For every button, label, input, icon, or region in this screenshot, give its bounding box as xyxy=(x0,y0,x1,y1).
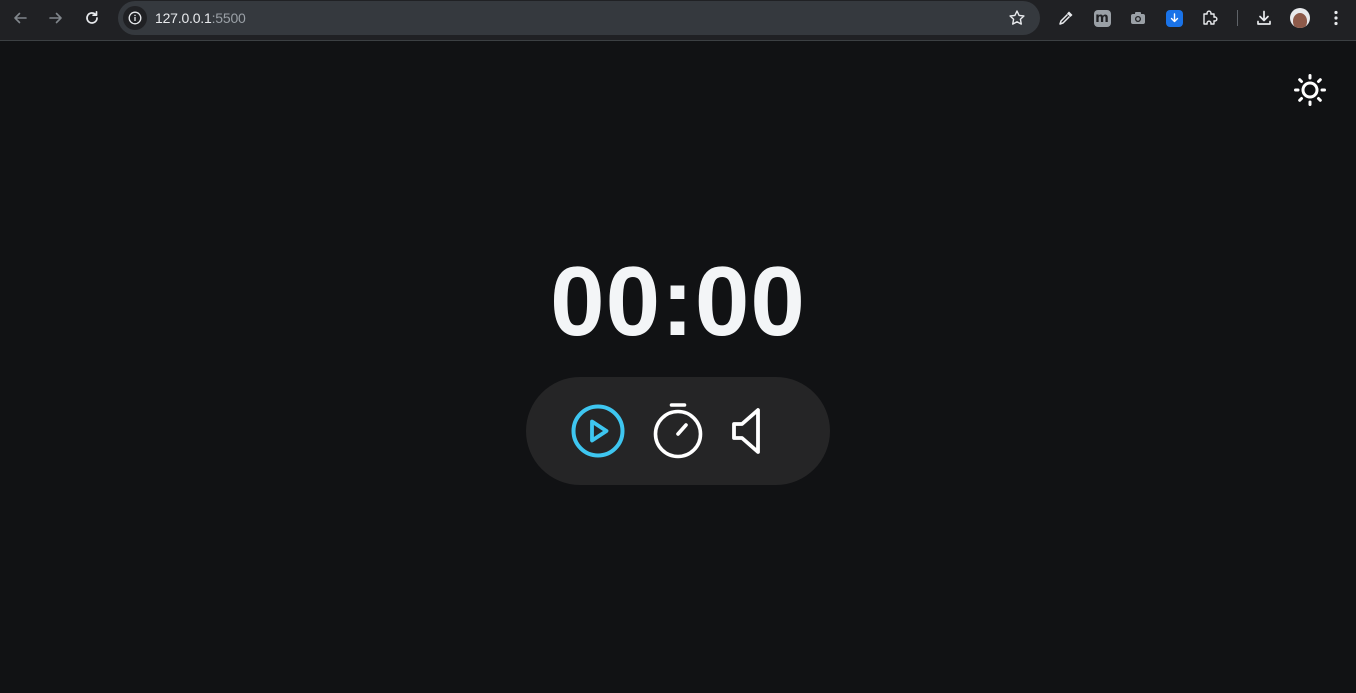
downloads-icon xyxy=(1257,10,1271,25)
timer-page: 00:00 xyxy=(0,41,1356,693)
timer-display: 00:00 xyxy=(550,246,806,356)
url-port: :5500 xyxy=(211,10,246,26)
forward-arrow-icon xyxy=(49,12,62,24)
download-arrow-glyph xyxy=(1170,12,1178,22)
back-arrow-icon xyxy=(14,12,27,24)
download-extension-button[interactable] xyxy=(1163,7,1185,29)
stopwatch-button[interactable] xyxy=(648,401,708,461)
avatar-face xyxy=(1293,12,1307,28)
theme-toggle-button[interactable] xyxy=(1292,72,1328,108)
url-text[interactable]: 127.0.0.1:5500 xyxy=(155,10,246,26)
menu-kebab-icon xyxy=(1334,10,1338,26)
m-extension-letter: m xyxy=(1095,10,1109,26)
timer-controls xyxy=(526,377,830,485)
url-host: 127.0.0.1 xyxy=(155,10,212,26)
bookmark-button[interactable] xyxy=(1008,9,1026,32)
play-icon xyxy=(571,404,625,458)
address-bar[interactable]: 127.0.0.1:5500 xyxy=(118,1,1040,35)
profile-avatar xyxy=(1290,8,1310,28)
m-extension-icon: m xyxy=(1093,9,1111,27)
eyedropper-extension-button[interactable] xyxy=(1055,7,1077,29)
download-extension-icon xyxy=(1165,9,1183,27)
volume-button[interactable] xyxy=(720,401,780,461)
camera-extension-button[interactable] xyxy=(1127,7,1149,29)
extensions-button[interactable] xyxy=(1199,7,1221,29)
browser-toolbar: 127.0.0.1:5500 m xyxy=(0,0,1356,41)
profile-button[interactable] xyxy=(1289,7,1311,29)
extensions-puzzle-icon xyxy=(1203,10,1218,25)
sun-icon xyxy=(1294,74,1326,106)
browser-menu-button[interactable] xyxy=(1325,7,1347,29)
play-button[interactable] xyxy=(568,401,628,461)
back-button[interactable] xyxy=(6,6,34,30)
site-info-button[interactable] xyxy=(123,6,147,30)
volume-icon xyxy=(732,408,760,454)
bookmark-star-icon xyxy=(1009,10,1025,25)
camera-extension-icon xyxy=(1131,12,1145,24)
downloads-button[interactable] xyxy=(1253,7,1275,29)
eyedropper-extension-icon xyxy=(1059,11,1073,25)
toolbar-divider xyxy=(1237,10,1238,26)
reload-button[interactable] xyxy=(78,6,106,30)
reload-icon xyxy=(86,10,98,24)
m-extension-button[interactable]: m xyxy=(1091,7,1113,29)
forward-button[interactable] xyxy=(42,6,70,30)
site-info-icon xyxy=(128,11,142,25)
stopwatch-icon xyxy=(653,403,703,459)
